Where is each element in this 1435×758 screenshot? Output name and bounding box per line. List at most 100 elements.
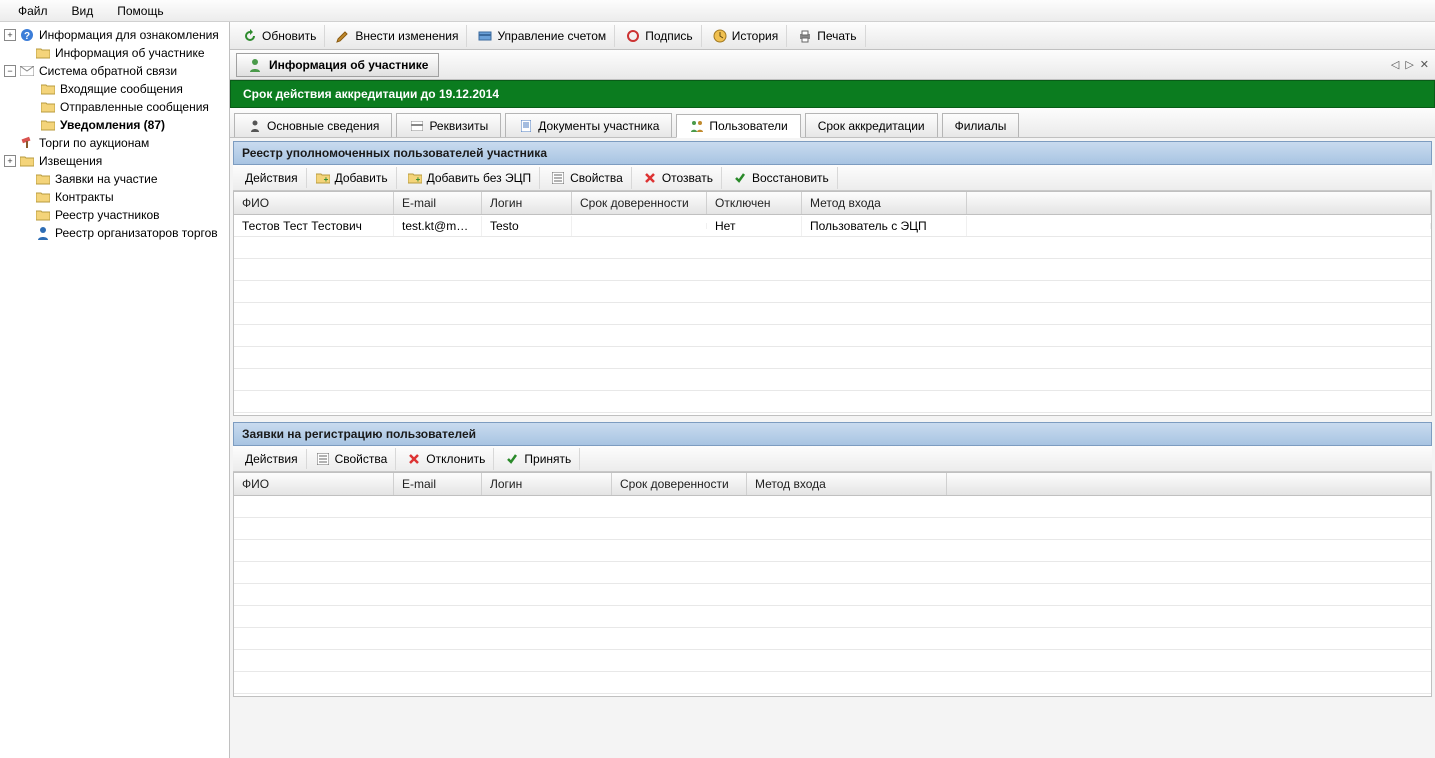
table-row-empty <box>234 606 1431 628</box>
col-poa[interactable]: Срок доверенности <box>612 473 747 495</box>
add-button[interactable]: + Добавить <box>307 167 397 189</box>
sign-button[interactable]: Подпись <box>617 25 702 47</box>
table-row-empty <box>234 391 1431 413</box>
pencil-icon <box>335 28 351 44</box>
properties-button[interactable]: Свойства <box>542 167 632 189</box>
person-icon <box>247 118 263 134</box>
restore-button[interactable]: Восстановить <box>724 167 838 189</box>
x-icon <box>642 170 658 186</box>
expand-icon[interactable]: + <box>4 155 16 167</box>
person-icon <box>35 225 51 241</box>
tree-sent[interactable]: Отправленные сообщения <box>0 98 229 116</box>
table-row-empty <box>234 562 1431 584</box>
mail-icon <box>19 63 35 79</box>
cell-method: Пользователь с ЭЦП <box>802 216 967 236</box>
table-row-empty <box>234 325 1431 347</box>
tree-label: Система обратной связи <box>39 64 177 78</box>
tree-info[interactable]: + ? Информация для ознакомления <box>0 26 229 44</box>
tree-participants-registry[interactable]: Реестр участников <box>0 206 229 224</box>
tab-accreditation[interactable]: Срок аккредитации <box>805 113 938 137</box>
col-spacer <box>967 192 1431 214</box>
tree-inbox[interactable]: Входящие сообщения <box>0 80 229 98</box>
tab-main[interactable]: Основные сведения <box>234 113 392 137</box>
print-button[interactable]: Печать <box>789 25 865 47</box>
tree-requests[interactable]: Заявки на участие <box>0 170 229 188</box>
col-method[interactable]: Метод входа <box>802 192 967 214</box>
close-icon[interactable]: ✕ <box>1420 58 1429 71</box>
registration-grid: ФИО E-mail Логин Срок доверенности Метод… <box>233 472 1432 697</box>
accreditation-banner: Срок действия аккредитации до 19.12.2014 <box>230 80 1435 108</box>
col-fio[interactable]: ФИО <box>234 192 394 214</box>
tab-users[interactable]: Пользователи <box>676 114 800 138</box>
table-row-empty <box>234 259 1431 281</box>
button-label: Подпись <box>645 29 693 43</box>
tab-documents[interactable]: Документы участника <box>505 113 672 137</box>
registration-action-bar: Действия Свойства Отклонить <box>233 446 1432 472</box>
tree-organizers-registry[interactable]: Реестр организаторов торгов <box>0 224 229 242</box>
tab-branches[interactable]: Филиалы <box>942 113 1020 137</box>
tree-notifications[interactable]: Уведомления (87) <box>0 116 229 134</box>
revoke-button[interactable]: Отозвать <box>634 167 722 189</box>
tree-label: Торги по аукционам <box>39 136 149 150</box>
col-poa[interactable]: Срок доверенности <box>572 192 707 214</box>
reject-button[interactable]: Отклонить <box>398 448 494 470</box>
button-label: Принять <box>524 452 571 466</box>
col-disabled[interactable]: Отключен <box>707 192 802 214</box>
button-label: Внести изменения <box>355 29 458 43</box>
tree-notices[interactable]: + Извещения <box>0 152 229 170</box>
col-method[interactable]: Метод входа <box>747 473 947 495</box>
edit-button[interactable]: Внести изменения <box>327 25 467 47</box>
table-row-empty <box>234 650 1431 672</box>
tabs-row: Основные сведения Реквизиты Документы уч… <box>230 108 1435 138</box>
col-login[interactable]: Логин <box>482 473 612 495</box>
col-fio[interactable]: ФИО <box>234 473 394 495</box>
account-button[interactable]: Управление счетом <box>469 25 615 47</box>
tree-label: Извещения <box>39 154 102 168</box>
expand-icon[interactable]: + <box>4 29 16 41</box>
tree-contracts[interactable]: Контракты <box>0 188 229 206</box>
next-tab-icon[interactable]: ▷ <box>1405 58 1413 71</box>
folder-icon <box>40 99 56 115</box>
tree-participant-info[interactable]: Информация об участнике <box>0 44 229 62</box>
prev-tab-icon[interactable]: ◁ <box>1391 58 1399 71</box>
accept-button[interactable]: Принять <box>496 448 580 470</box>
table-row-empty <box>234 584 1431 606</box>
col-email[interactable]: E-mail <box>394 473 482 495</box>
x-icon <box>406 451 422 467</box>
document-tab[interactable]: Информация об участнике <box>236 53 439 77</box>
button-label: Обновить <box>262 29 316 43</box>
cell-disabled: Нет <box>707 216 802 236</box>
menu-help[interactable]: Помощь <box>105 1 175 21</box>
svg-text:?: ? <box>24 31 30 42</box>
menu-file[interactable]: Файл <box>6 1 60 21</box>
spacer <box>4 137 16 149</box>
menu-view[interactable]: Вид <box>60 1 106 21</box>
col-login[interactable]: Логин <box>482 192 572 214</box>
sidebar: + ? Информация для ознакомления Информац… <box>0 22 230 758</box>
folder-plus-icon: + <box>315 170 331 186</box>
content-area: Обновить Внести изменения Управление сче… <box>230 22 1435 758</box>
card-icon <box>409 118 425 134</box>
users-panel: Реестр уполномоченных пользователей учас… <box>233 141 1432 416</box>
svg-text:+: + <box>323 175 328 184</box>
properties-button[interactable]: Свойства <box>307 448 397 470</box>
table-row[interactable]: Тестов Тест Тестович test.kt@mai... Test… <box>234 215 1431 237</box>
spacer <box>20 191 32 203</box>
tree-auctions[interactable]: Торги по аукционам <box>0 134 229 152</box>
cell-login: Testo <box>482 216 572 236</box>
tree-feedback[interactable]: − Система обратной связи <box>0 62 229 80</box>
add-no-ecp-button[interactable]: + Добавить без ЭЦП <box>399 167 540 189</box>
info-icon: ? <box>19 27 35 43</box>
users-icon <box>689 118 705 134</box>
tree-label: Контракты <box>55 190 114 204</box>
folder-icon <box>35 171 51 187</box>
collapse-icon[interactable]: − <box>4 65 16 77</box>
spacer <box>20 47 32 59</box>
button-label: Свойства <box>335 452 388 466</box>
grid-body <box>234 496 1431 696</box>
history-button[interactable]: История <box>704 25 788 47</box>
col-email[interactable]: E-mail <box>394 192 482 214</box>
refresh-button[interactable]: Обновить <box>234 25 325 47</box>
grid-header: ФИО E-mail Логин Срок доверенности Отклю… <box>234 192 1431 215</box>
tab-requisites[interactable]: Реквизиты <box>396 113 501 137</box>
